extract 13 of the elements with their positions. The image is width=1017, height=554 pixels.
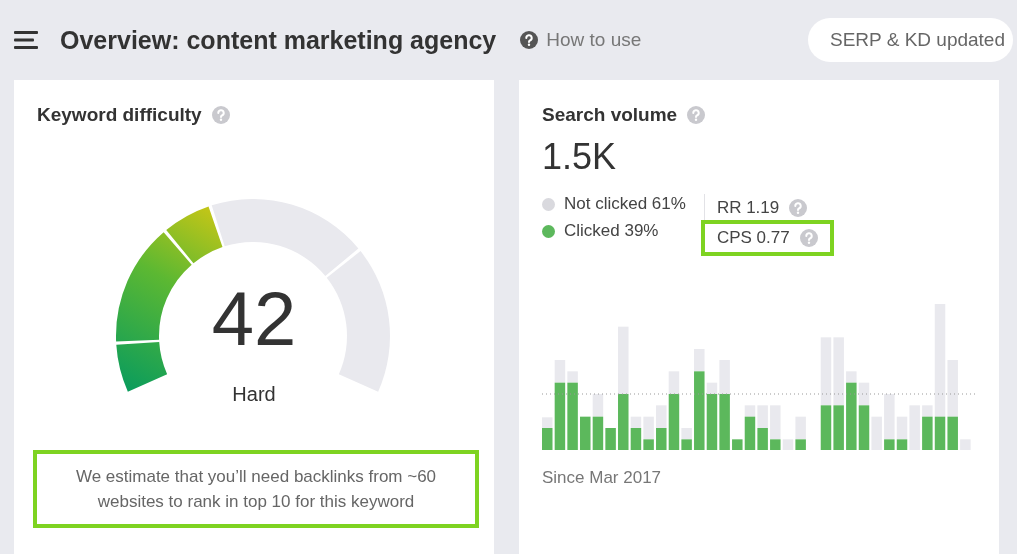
difficulty-score: 42 xyxy=(211,281,297,357)
card-title: Search volume xyxy=(542,104,678,126)
period-label: Since Mar 2017 xyxy=(542,468,662,487)
search-volume-value: 1.5K xyxy=(542,136,617,178)
metric-label: RR 1.19 xyxy=(716,198,780,218)
difficulty-rating: Hard xyxy=(232,383,276,406)
metric-label: CPS 0.77 xyxy=(716,228,790,248)
legend-label: Not clicked 61% xyxy=(564,194,686,214)
card-title: Keyword difficulty xyxy=(37,104,202,126)
how-to-use-link[interactable]: How to use xyxy=(520,29,642,51)
status-pill: SERP & KD updated xyxy=(808,18,1013,62)
legend-label: Clicked 39% xyxy=(564,221,659,241)
page-title: Overview: content marketing agency xyxy=(60,25,497,55)
